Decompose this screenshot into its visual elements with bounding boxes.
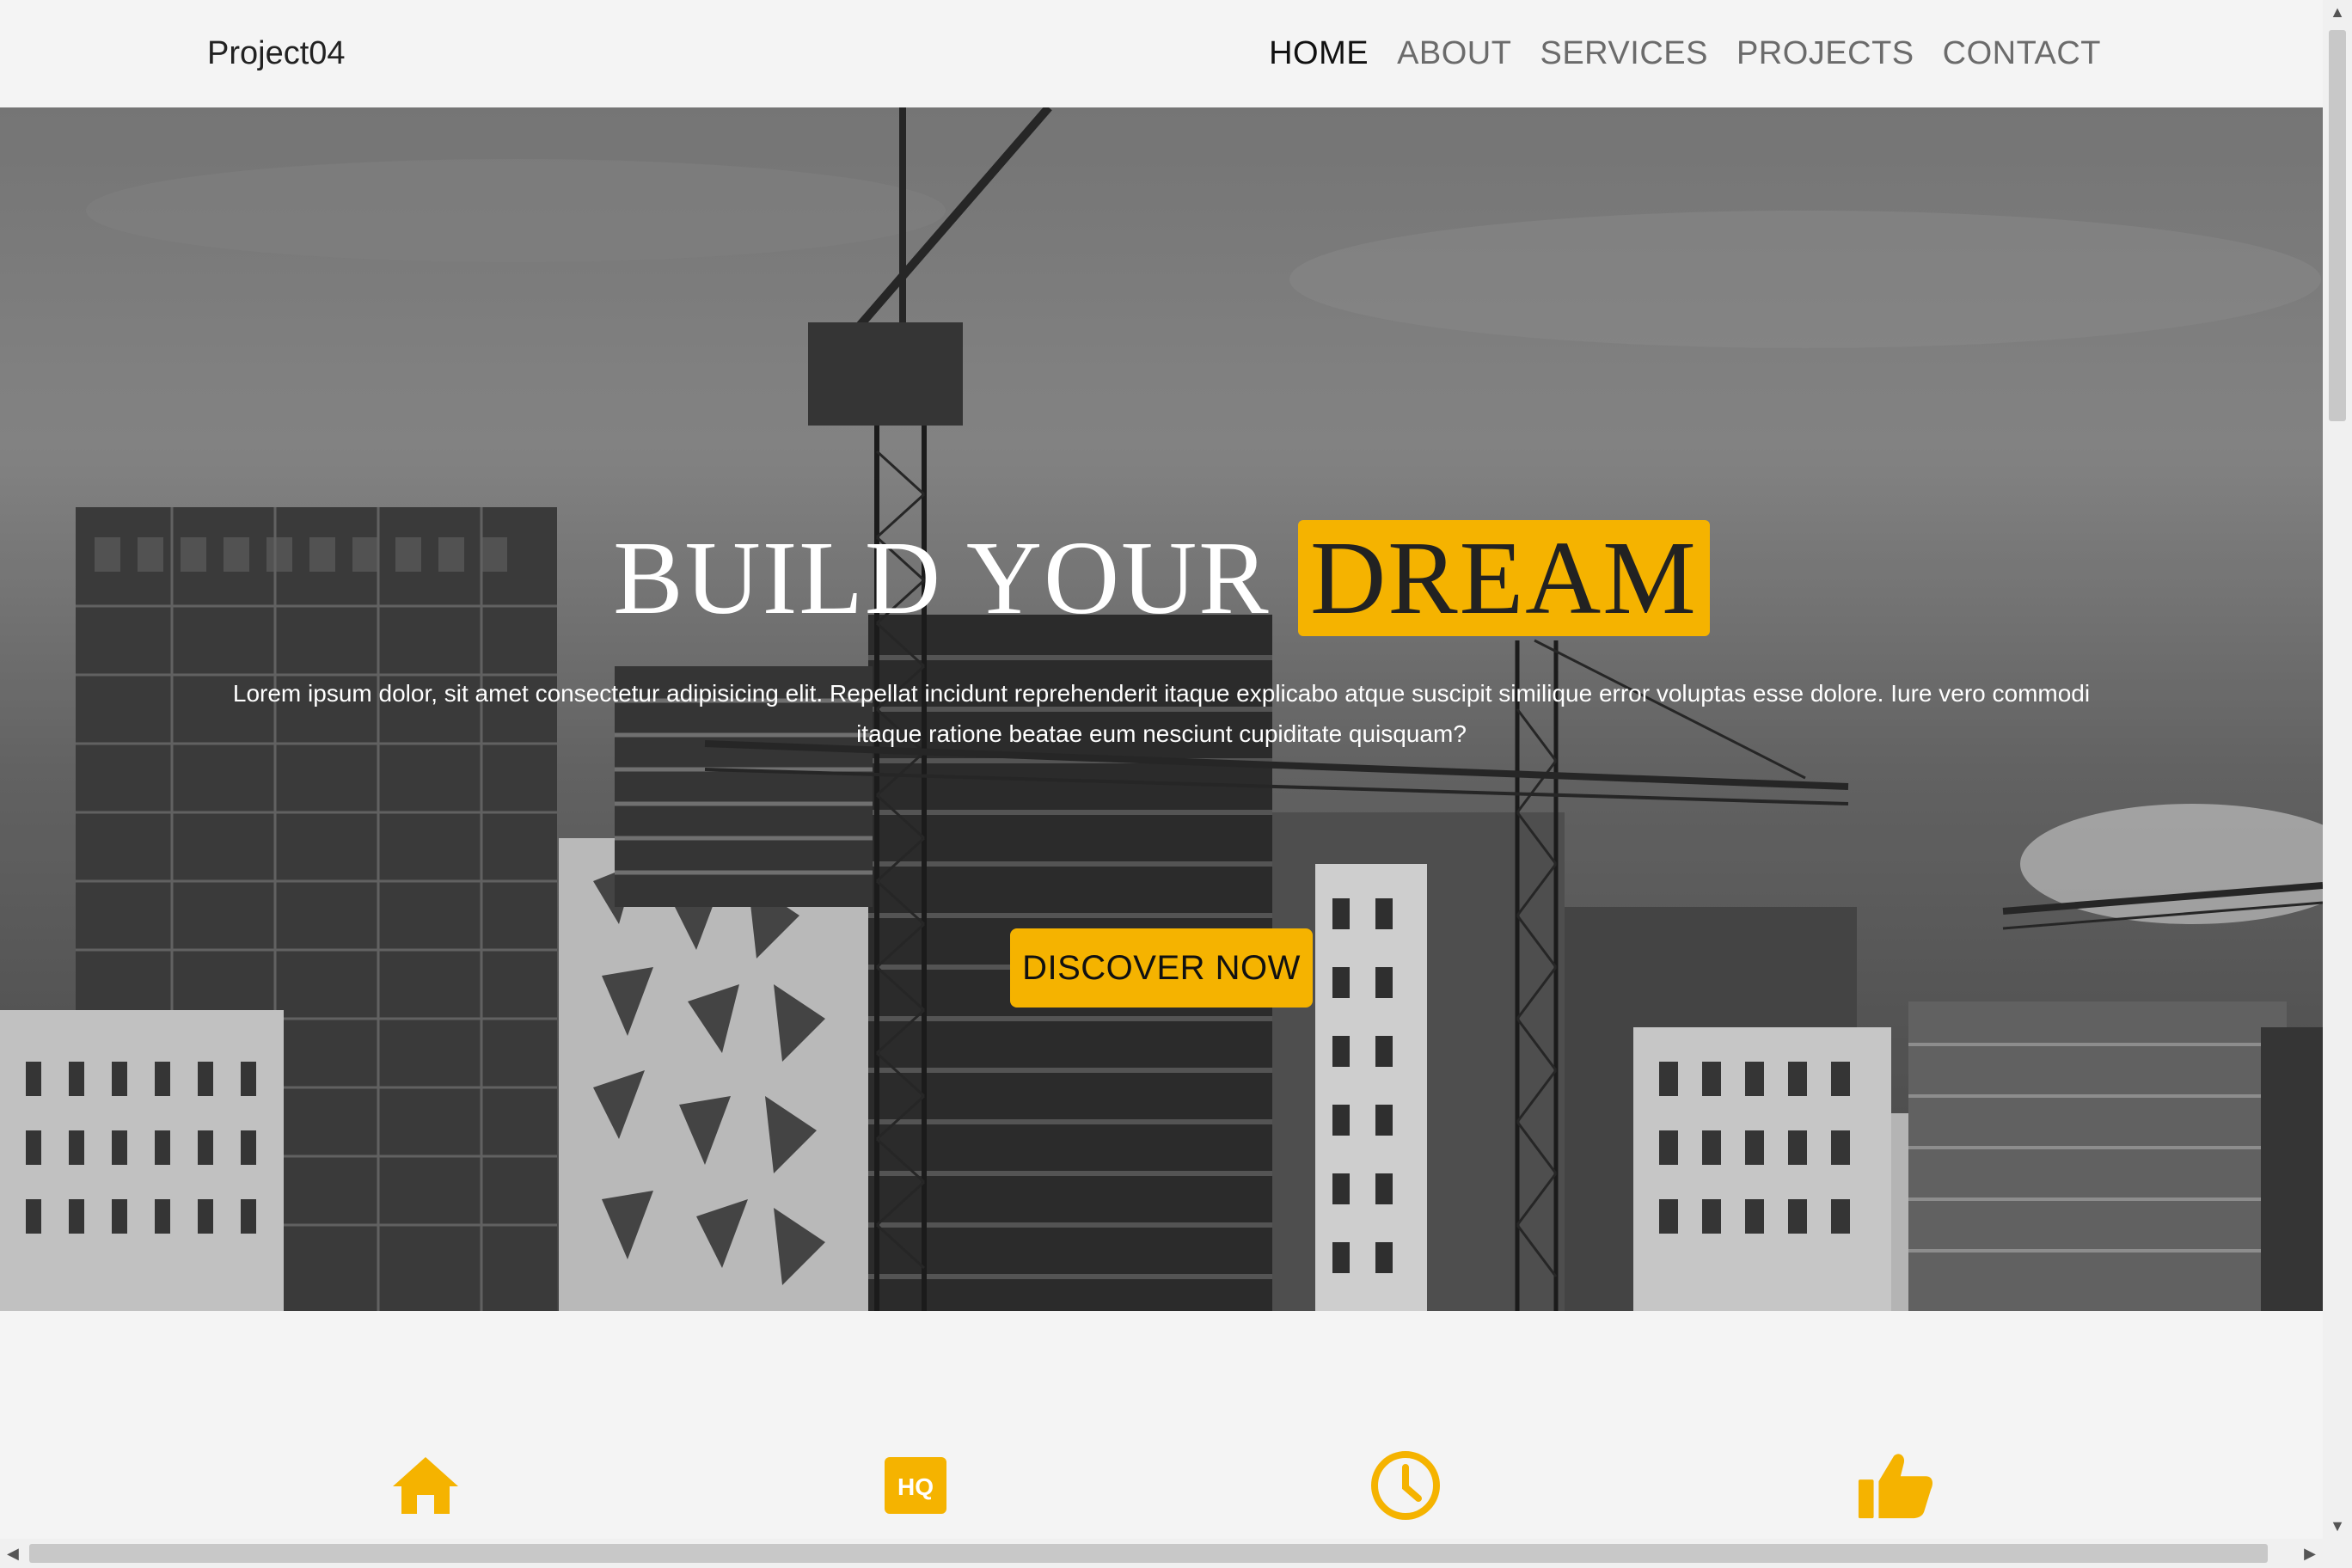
nav-link-projects[interactable]: PROJECTS — [1736, 35, 1914, 72]
navbar: Project04 HOME ABOUT SERVICES PROJECTS C… — [0, 0, 2323, 107]
hero-description: Lorem ipsum dolor, sit amet consectetur … — [232, 680, 2091, 747]
scroll-down-icon[interactable]: ▼ — [2323, 1517, 2352, 1535]
scroll-up-icon[interactable]: ▲ — [2323, 3, 2352, 21]
hq-icon-glyph: HQ — [897, 1473, 934, 1500]
nav-menu: HOME ABOUT SERVICES PROJECTS CONTACT — [1240, 0, 2101, 107]
brand-logo[interactable]: Project04 — [207, 0, 346, 107]
scroll-left-icon[interactable]: ◀ — [7, 1539, 19, 1568]
vertical-scrollbar[interactable]: ▲ ▼ — [2323, 0, 2352, 1539]
thumbs-up-icon — [1857, 1447, 1934, 1524]
horizontal-scrollbar-thumb[interactable] — [29, 1544, 2268, 1563]
scroll-right-icon[interactable]: ▶ — [2304, 1539, 2316, 1568]
features-section: HQ — [0, 1311, 2323, 1539]
nav-link-about[interactable]: ABOUT — [1397, 35, 1511, 72]
discover-now-button[interactable]: DISCOVER NOW — [1010, 928, 1313, 1008]
hero-title-highlight: DREAM — [1298, 520, 1710, 636]
nav-link-home[interactable]: HOME — [1269, 35, 1369, 72]
hq-icon: HQ — [877, 1447, 954, 1524]
vertical-scrollbar-thumb[interactable] — [2329, 30, 2346, 421]
hero-section: BUILD YOUR DREAM Lorem ipsum dolor, sit … — [0, 107, 2323, 1311]
scrollbar-corner — [2323, 1539, 2352, 1568]
clock-icon — [1367, 1447, 1444, 1524]
horizontal-scrollbar[interactable]: ◀ ▶ — [0, 1539, 2323, 1568]
hero-title: BUILD YOUR DREAM — [0, 518, 2323, 639]
hero-title-main: BUILD YOUR — [613, 520, 1271, 636]
nav-link-contact[interactable]: CONTACT — [1943, 35, 2101, 72]
home-icon — [387, 1447, 464, 1524]
nav-link-services[interactable]: SERVICES — [1540, 35, 1707, 72]
